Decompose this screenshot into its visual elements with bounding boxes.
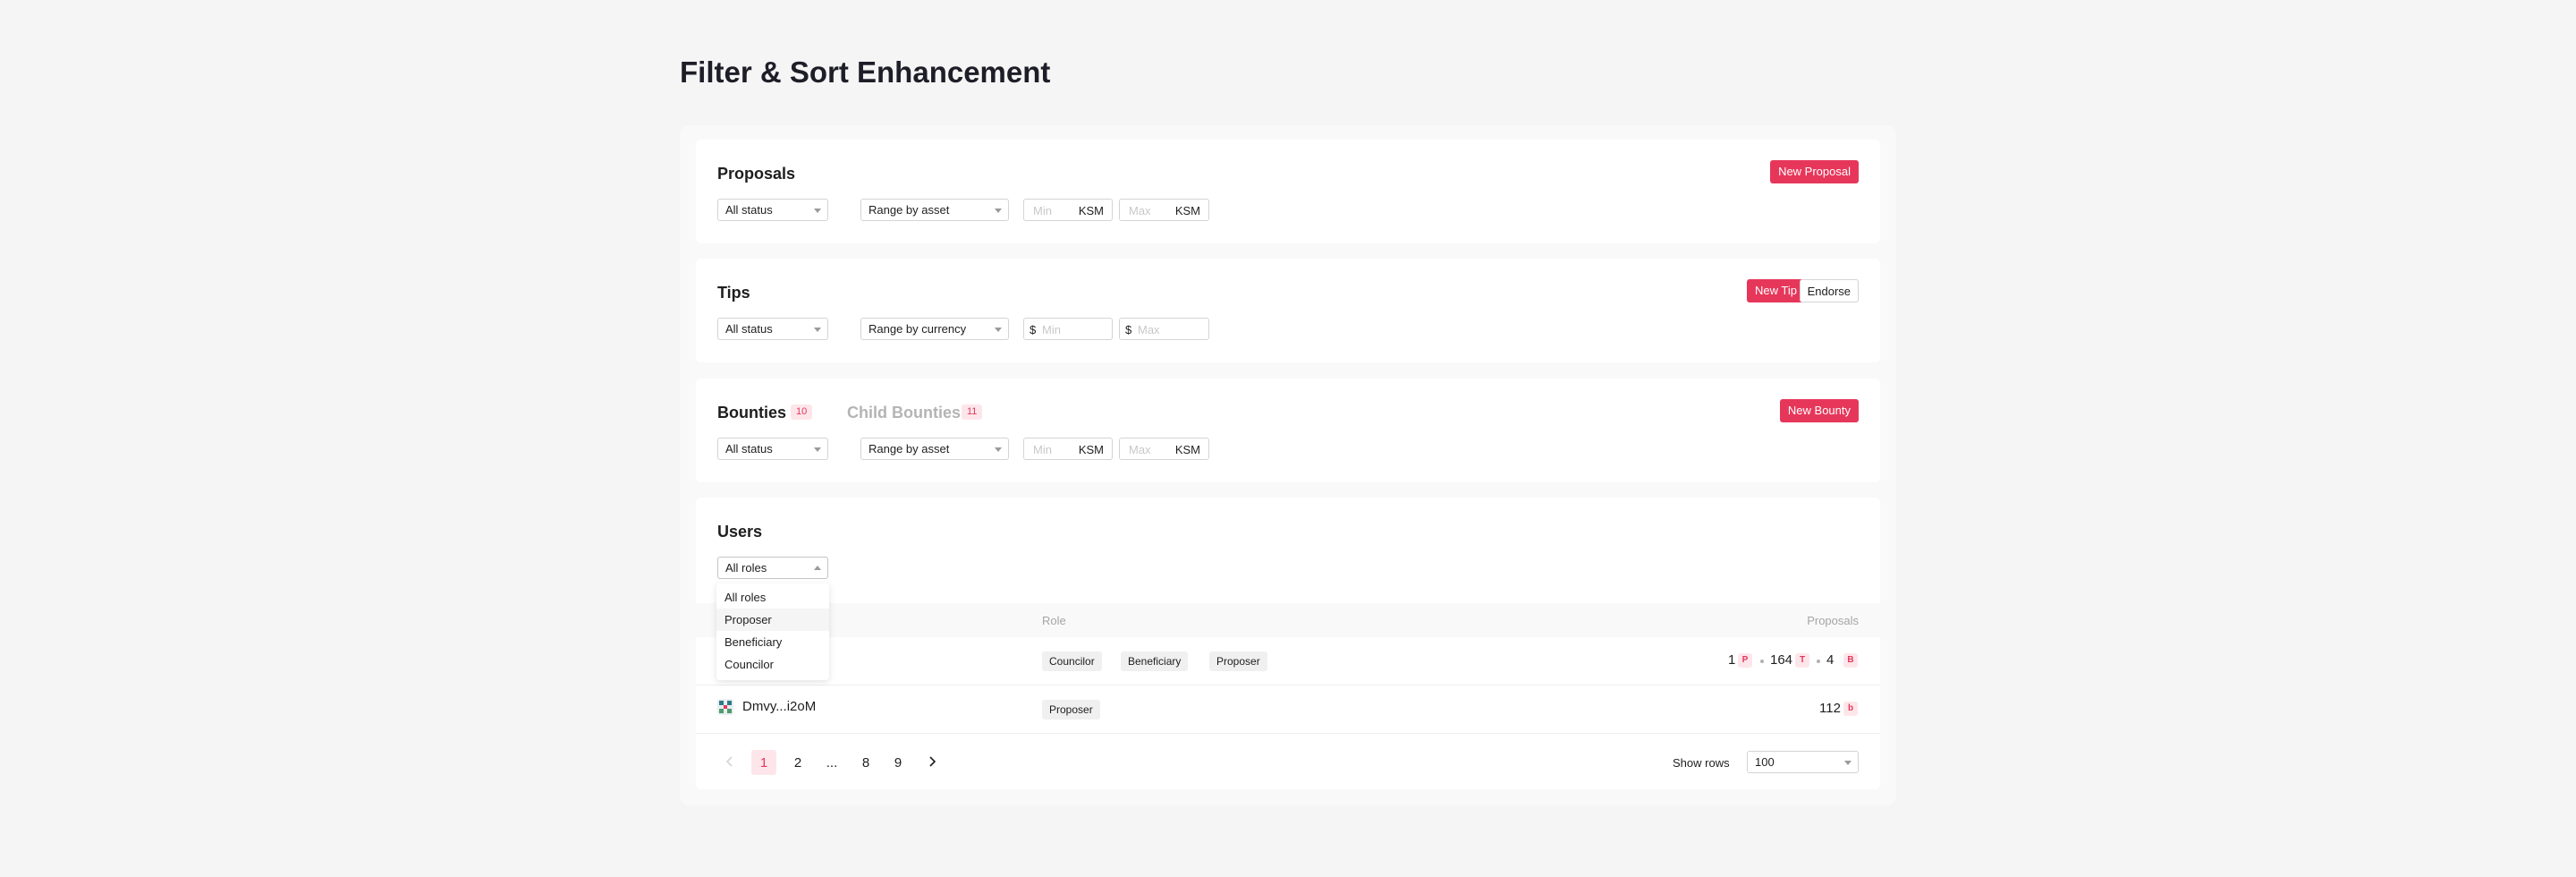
chevron-left-icon — [725, 756, 733, 767]
rows-per-page-value: 100 — [1755, 755, 1775, 769]
user-name[interactable]: Dmvy...i2oM — [742, 699, 816, 714]
max-placeholder: Max — [1138, 323, 1160, 336]
bounties-range-value: Range by asset — [869, 442, 950, 456]
unit-label: KSM — [1078, 204, 1104, 217]
role-pill: Councilor — [1042, 651, 1102, 671]
bounties-max-input[interactable]: Max KSM — [1119, 438, 1209, 460]
proposals-status-select[interactable]: All status — [717, 199, 828, 221]
column-header-role: Role — [1042, 614, 1066, 627]
currency-prefix: $ — [1030, 323, 1037, 336]
users-role-select[interactable]: All roles — [717, 557, 828, 579]
role-pill: Proposer — [1042, 700, 1100, 719]
tab-bounties[interactable]: Bounties — [717, 404, 786, 422]
chevron-up-icon — [814, 566, 821, 570]
proposal-tag: b — [1843, 702, 1858, 716]
proposals-count: 112 — [1819, 701, 1841, 716]
tips-title: Tips — [717, 284, 750, 302]
currency-prefix: $ — [1125, 323, 1132, 336]
pagination-page-9[interactable]: 9 — [886, 750, 911, 775]
chevron-down-icon — [1844, 761, 1852, 765]
tip-tag: T — [1795, 653, 1809, 668]
tips-max-input[interactable]: $ Max — [1119, 318, 1209, 340]
chevron-down-icon — [995, 209, 1002, 213]
tips-range-value: Range by currency — [869, 322, 967, 336]
tips-range-select[interactable]: Range by currency — [860, 318, 1009, 340]
column-header-proposals: Proposals — [1807, 614, 1859, 627]
show-rows-label: Show rows — [1673, 756, 1730, 770]
page-title: Filter & Sort Enhancement — [680, 55, 1051, 89]
child-bounties-count-badge: 11 — [962, 404, 983, 420]
proposals-status-value: All status — [725, 203, 773, 217]
pagination-page-8[interactable]: 8 — [853, 750, 878, 775]
proposals-count: 1 — [1728, 652, 1736, 668]
table-row[interactable]: Dmvy...i2oM Proposer 112 b — [696, 685, 1880, 734]
bounty-tag: B — [1843, 653, 1858, 668]
new-tip-button[interactable]: New Tip — [1747, 279, 1805, 302]
min-placeholder: Min — [1033, 204, 1052, 217]
tips-min-input[interactable]: $ Min — [1023, 318, 1113, 340]
chevron-right-icon — [929, 756, 936, 767]
proposals-range-value: Range by asset — [869, 203, 950, 217]
dropdown-option-proposer[interactable]: Proposer — [716, 609, 829, 631]
chevron-down-icon — [995, 447, 1002, 452]
bounties-count: 4 — [1826, 652, 1835, 668]
bounties-status-value: All status — [725, 442, 773, 456]
separator-dot — [1817, 660, 1820, 663]
chevron-down-icon — [814, 209, 821, 213]
proposals-card: Proposals New Proposal All status Range … — [696, 140, 1880, 243]
pagination-page-2[interactable]: 2 — [785, 750, 810, 775]
min-placeholder: Min — [1033, 443, 1052, 456]
dropdown-option-all-roles[interactable]: All roles — [716, 586, 829, 609]
tips-status-value: All status — [725, 322, 773, 336]
max-placeholder: Max — [1129, 204, 1151, 217]
bounties-status-select[interactable]: All status — [717, 438, 828, 460]
users-table-header: Role Proposals — [696, 603, 1880, 637]
tips-card: Tips New Tip Endorse All status Range by… — [696, 259, 1880, 362]
min-placeholder: Min — [1042, 323, 1061, 336]
users-title: Users — [717, 523, 763, 541]
new-proposal-button[interactable]: New Proposal — [1770, 160, 1859, 183]
role-pill: Beneficiary — [1121, 651, 1189, 671]
tab-child-bounties[interactable]: Child Bounties — [847, 404, 961, 422]
pagination-prev-button[interactable] — [717, 750, 742, 775]
unit-label: KSM — [1078, 443, 1104, 456]
unit-label: KSM — [1174, 204, 1200, 217]
proposals-title: Proposals — [717, 165, 796, 183]
rows-per-page-select[interactable]: 100 — [1747, 751, 1859, 773]
endorse-button[interactable]: Endorse — [1799, 279, 1859, 302]
pagination-ellipsis: ... — [826, 755, 838, 771]
pagination-next-button[interactable] — [919, 750, 945, 775]
dropdown-option-councilor[interactable]: Councilor — [716, 653, 829, 676]
chevron-down-icon — [814, 328, 821, 332]
bounties-count-badge: 10 — [791, 404, 813, 420]
tips-status-select[interactable]: All status — [717, 318, 828, 340]
users-role-value: All roles — [725, 561, 767, 575]
new-bounty-button[interactable]: New Bounty — [1779, 399, 1859, 422]
role-pill: Proposer — [1209, 651, 1267, 671]
bounties-range-select[interactable]: Range by asset — [860, 438, 1009, 460]
max-placeholder: Max — [1129, 443, 1151, 456]
bounties-card: Bounties 10 Child Bounties 11 New Bounty… — [696, 379, 1880, 482]
tips-count: 164 — [1770, 652, 1793, 668]
bounties-min-input[interactable]: Min KSM — [1023, 438, 1113, 460]
chevron-down-icon — [995, 328, 1002, 332]
table-row[interactable]: Councilor Beneficiary Proposer 1 P 164 T… — [696, 637, 1880, 685]
proposal-tag: P — [1738, 653, 1752, 668]
identicon-avatar — [717, 699, 733, 715]
proposals-range-select[interactable]: Range by asset — [860, 199, 1009, 221]
pagination-page-1[interactable]: 1 — [751, 750, 776, 775]
proposals-max-input[interactable]: Max KSM — [1119, 199, 1209, 221]
chevron-down-icon — [814, 447, 821, 452]
separator-dot — [1760, 660, 1764, 663]
unit-label: KSM — [1174, 443, 1200, 456]
dropdown-option-beneficiary[interactable]: Beneficiary — [716, 631, 829, 653]
proposals-min-input[interactable]: Min KSM — [1023, 199, 1113, 221]
role-dropdown-menu: All roles Proposer Beneficiary Councilor — [716, 583, 829, 680]
